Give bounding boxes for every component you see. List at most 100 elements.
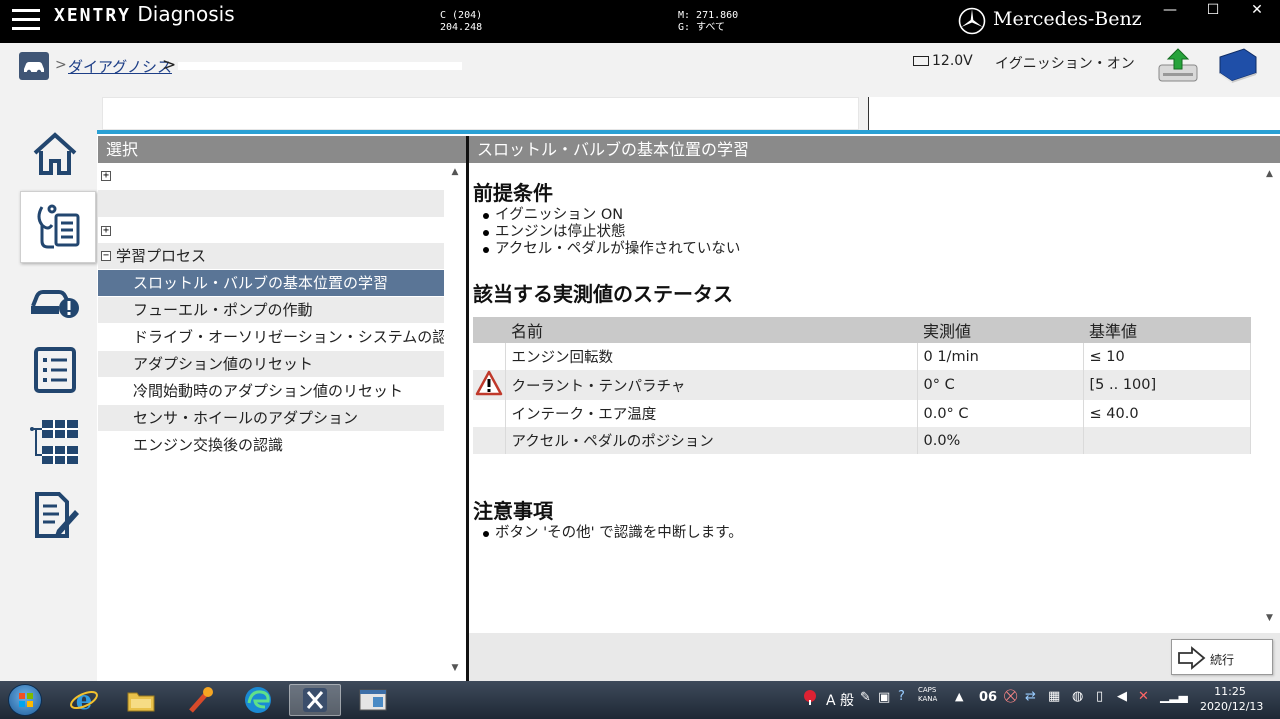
search-input[interactable] — [102, 97, 859, 130]
selection-tree: + + − 学習プロセス スロットル・バルブの基本位置の学習フューエル・ポンプの作動ドラ… — [98, 163, 462, 681]
nav-list[interactable] — [24, 339, 86, 401]
tree-item[interactable]: エンジン交換後の認識 — [98, 432, 444, 458]
upload-icon[interactable] — [1157, 47, 1199, 85]
taskbar-window[interactable] — [347, 684, 399, 716]
content-scrollbar[interactable]: ▲ ▼ — [1259, 163, 1280, 633]
wand-tool-icon — [189, 687, 213, 713]
scroll-up-icon[interactable]: ▲ — [444, 167, 466, 181]
tree-item[interactable]: スロットル・バルブの基本位置の学習 — [98, 270, 444, 296]
cell-actual: 0.0% — [917, 427, 1084, 454]
bullet-item: ボタン 'その他' で認識を中断します。 — [483, 525, 743, 542]
engine-code-line2: G: すべて — [678, 22, 725, 33]
engine-code: M: 271.860 G: すべて — [678, 10, 738, 34]
help-book-icon[interactable] — [1214, 47, 1260, 85]
ignition-status: イグニッション・オン — [995, 56, 1135, 72]
prereq-title: 前提条件 — [473, 181, 553, 205]
measurement-table: 名前 実測値 基準値 エンジン回転数 0 1/min ≤ 10 クーラント・テンパラチ… — [473, 317, 1251, 454]
tree-item[interactable]: フューエル・ポンプの作動 — [98, 297, 444, 323]
nav-control-units[interactable] — [24, 411, 86, 473]
system-clock[interactable]: 11:25 2020/12/13 — [1200, 684, 1263, 714]
network-blocked-icon[interactable]: ✕ — [1138, 689, 1149, 704]
bullet-item: アクセル・ペダルが操作されていない — [483, 241, 740, 258]
breadcrumb-separator: > — [55, 57, 67, 73]
taskbar-explorer[interactable] — [115, 684, 167, 716]
tray-device-icon[interactable]: ▦ — [1048, 689, 1060, 704]
windows-logo-icon — [19, 693, 33, 707]
document-edit-icon — [35, 492, 79, 538]
bullet-item: エンジンは停止状態 — [483, 224, 740, 241]
breadcrumb-current — [178, 62, 462, 70]
minimize-button[interactable]: — — [1150, 0, 1190, 20]
speaker-icon[interactable]: ◀ — [1117, 689, 1127, 704]
battery-tray-icon[interactable]: ▯ — [1096, 689, 1103, 704]
cell-actual: 0° C — [917, 370, 1084, 400]
tree-item[interactable]: + — [98, 163, 444, 189]
nav-home[interactable] — [24, 123, 86, 185]
collapse-icon[interactable]: − — [101, 251, 111, 261]
row-status-cell — [473, 370, 506, 400]
header-spec: 基準値 — [1083, 317, 1251, 343]
search-secondary-field[interactable] — [868, 97, 1280, 130]
car-warning-icon — [31, 290, 79, 318]
tree-item[interactable]: − 学習プロセス — [98, 243, 444, 269]
help-icon[interactable]: ? — [898, 689, 905, 704]
bullet-item: イグニッション ON — [483, 207, 740, 224]
maximize-button[interactable]: ☐ — [1193, 0, 1233, 20]
clock-time: 11:25 — [1214, 685, 1246, 698]
notes-list: ボタン 'その他' で認識を中断します。 — [483, 525, 743, 542]
scroll-down-icon[interactable]: ▼ — [1259, 613, 1280, 627]
ime-dictionary-icon[interactable]: ▣ — [878, 690, 890, 705]
tray-globe-icon[interactable]: ◍ — [1072, 689, 1083, 704]
notification-flag-icon[interactable] — [803, 689, 817, 705]
nav-vehicle-warning[interactable] — [24, 271, 86, 333]
start-button[interactable] — [8, 684, 42, 716]
scroll-up-icon[interactable]: ▲ — [1259, 169, 1280, 183]
signal-icon[interactable]: ▁▂▄ — [1160, 689, 1188, 703]
taskbar: e A 般 ✎ ▣ ? CAPS KANA ▲ 06 ⛒ ⇄ ▦ ◍ ▯ ◀ ✕… — [0, 681, 1280, 719]
taskbar-edge[interactable] — [232, 684, 284, 716]
tree-item-label: センサ・ホイールのアダプション — [133, 409, 359, 427]
ime-mode[interactable]: A 般 — [826, 690, 854, 710]
tree-scrollbar[interactable]: ▲ ▼ — [444, 163, 466, 681]
kana-indicator: KANA — [918, 695, 938, 703]
continue-button[interactable]: 続行 — [1171, 639, 1273, 675]
prereq-list: イグニッション ON エンジンは停止状態 アクセル・ペダルが操作されていない — [483, 207, 740, 258]
header-actual: 実測値 — [917, 317, 1083, 343]
nav-diagnosis[interactable] — [20, 191, 96, 263]
tray-expand-icon[interactable]: ▲ — [955, 690, 963, 703]
caps-indicator: CAPS — [918, 686, 937, 694]
tree-item-label: ドライブ・オーソリゼーション・システムの認識 — [133, 328, 463, 346]
breadcrumb-diagnosis-link[interactable]: ダイアグノシス — [68, 56, 172, 77]
tray-sync-icon[interactable]: ⇄ — [1025, 689, 1036, 704]
cell-name: アクセル・ペダルのポジション — [505, 427, 918, 454]
tree-item[interactable] — [98, 190, 444, 217]
selection-header: 選択 — [98, 136, 466, 163]
battery-status: 12.0V — [913, 53, 973, 69]
nav-documents[interactable] — [24, 485, 86, 547]
title-bar: XENTRY Diagnosis C (204) 204.248 M: 271.… — [0, 0, 1280, 43]
tree-item[interactable]: ドライブ・オーソリゼーション・システムの認識 — [98, 324, 462, 350]
taskbar-xentry[interactable] — [289, 684, 341, 716]
row-status-cell — [473, 427, 506, 454]
taskbar-ie[interactable]: e — [58, 684, 110, 716]
expand-icon[interactable]: + — [101, 171, 111, 181]
tree-item-label: フューエル・ポンプの作動 — [133, 301, 313, 319]
internet-explorer-icon: e — [70, 686, 98, 715]
window-app-icon — [359, 689, 387, 711]
ime-tool-icon[interactable]: ✎ — [860, 690, 871, 705]
tray-app-icon[interactable]: ⛒ — [1004, 689, 1017, 704]
tree-item[interactable]: + — [98, 218, 444, 244]
xentry-window: XENTRY Diagnosis C (204) 204.248 M: 271.… — [0, 0, 1280, 719]
taskbar-tool[interactable] — [174, 684, 226, 716]
expand-icon[interactable]: + — [101, 226, 111, 236]
scroll-down-icon[interactable]: ▼ — [444, 663, 466, 677]
status-title: 該当する実測値のステータス — [473, 282, 733, 306]
tree-item[interactable]: 冷間始動時のアダプション値のリセット — [98, 378, 444, 404]
menu-icon[interactable] — [12, 9, 40, 31]
car-icon — [24, 62, 44, 75]
close-button[interactable]: ✕ — [1237, 0, 1277, 20]
vehicle-button[interactable] — [19, 52, 49, 80]
tree-item[interactable]: センサ・ホイールのアダプション — [98, 405, 444, 431]
breadcrumb-bar: > ダイアグノシス > 12.0V イグニッション・オン — [0, 43, 1280, 91]
tree-item[interactable]: アダプション値のリセット — [98, 351, 444, 377]
